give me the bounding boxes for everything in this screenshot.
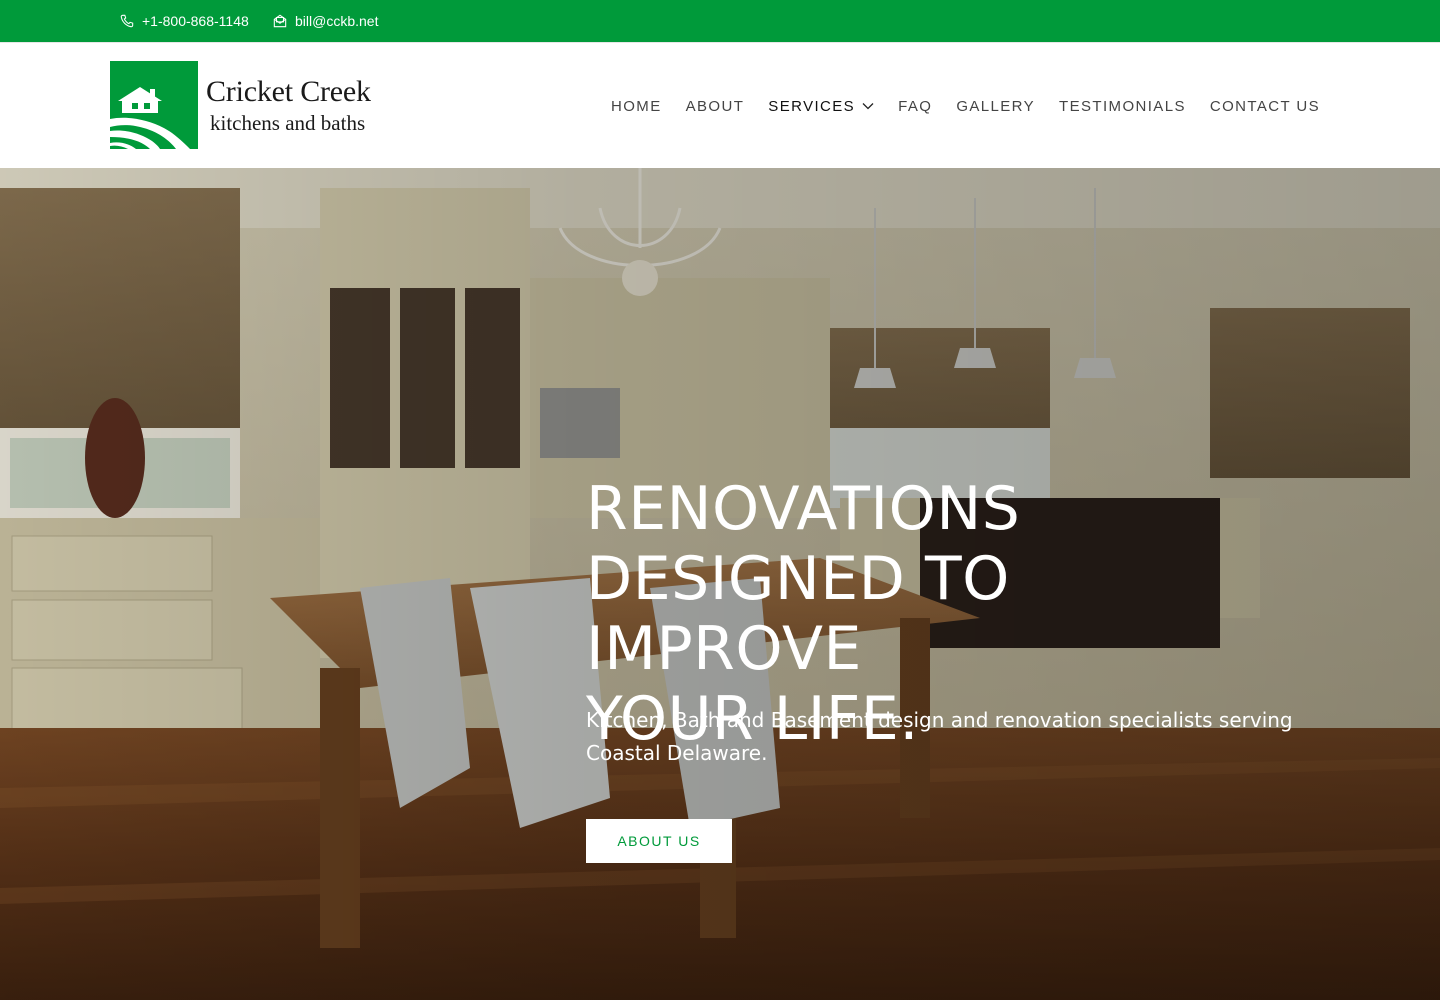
nav-services[interactable]: SERVICES [768, 98, 874, 115]
logo-subtitle: kitchens and baths [210, 111, 366, 135]
nav-gallery[interactable]: GALLERY [956, 98, 1035, 115]
email-address: bill@cckb.net [295, 13, 379, 29]
nav-testimonials[interactable]: TESTIMONIALS [1059, 98, 1186, 115]
nav-home-label: HOME [611, 97, 662, 115]
nav-contact-us-label: CONTACT US [1209, 97, 1320, 115]
phone-link[interactable]: +1-800-868-1148 [120, 0, 249, 42]
nav-testimonials-label: TESTIMONIALS [1059, 97, 1186, 115]
chevron-down-icon [862, 103, 874, 110]
site-header: Cricket Creek kitchens and baths HOME AB… [0, 42, 1440, 168]
nav-services-label: SERVICES [768, 97, 856, 115]
nav-about[interactable]: ABOUT [686, 98, 745, 115]
envelope-icon [273, 14, 287, 28]
about-us-button[interactable]: ABOUT US [586, 819, 732, 863]
nav-about-label: ABOUT [685, 97, 745, 115]
phone-number: +1-800-868-1148 [142, 13, 249, 29]
top-contact-bar: +1-800-868-1148 bill@cckb.net [0, 0, 1440, 42]
main-navigation: HOME ABOUT SERVICES FAQ GALLERY TESTIMON… [587, 43, 1320, 169]
site-logo[interactable]: Cricket Creek kitchens and baths [110, 61, 390, 151]
hero-title-line: DESIGNED TO IMPROVE [586, 544, 1010, 684]
nav-home[interactable]: HOME [611, 98, 662, 115]
nav-contact-us[interactable]: CONTACT US [1210, 98, 1320, 115]
hero-title-line: RENOVATIONS [586, 474, 1021, 544]
logo-title: Cricket Creek [206, 75, 371, 108]
nav-faq[interactable]: FAQ [898, 98, 932, 115]
nav-faq-label: FAQ [898, 97, 933, 115]
hero-subtitle: Kitchen, Bath and Basement design and re… [586, 708, 1293, 765]
house-logo-icon [110, 61, 198, 149]
email-link[interactable]: bill@cckb.net [273, 0, 378, 42]
hero-section: RENOVATIONS DESIGNED TO IMPROVE YOUR LIF… [0, 168, 1440, 1000]
nav-gallery-label: GALLERY [956, 97, 1036, 115]
phone-icon [120, 14, 134, 28]
